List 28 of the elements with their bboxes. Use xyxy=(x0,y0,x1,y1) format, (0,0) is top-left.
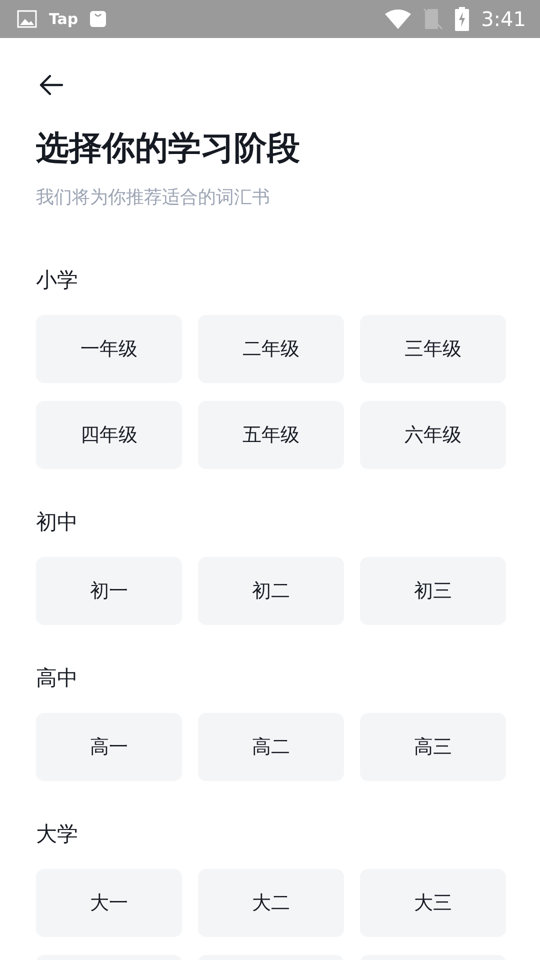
grade-option[interactable]: 大三 xyxy=(360,869,506,937)
grade-option[interactable]: 高二 xyxy=(198,713,344,781)
app-name: Tap xyxy=(49,10,78,28)
section-heading: 小学 xyxy=(36,267,79,294)
grade-option[interactable]: 初三 xyxy=(360,557,506,625)
no-sim-icon xyxy=(423,8,444,30)
page-subtitle: 我们将为你推荐适合的词汇书 xyxy=(36,186,271,210)
grade-option[interactable]: 大一 xyxy=(36,869,182,937)
grade-option[interactable]: 高三 xyxy=(360,713,506,781)
grade-option[interactable]: 大二 xyxy=(198,869,344,937)
grade-option[interactable]: 一年级 xyxy=(36,315,182,383)
grade-option[interactable]: 二年级 xyxy=(198,315,344,383)
section-heading: 大学 xyxy=(36,821,79,848)
shopping-bag-icon xyxy=(90,11,106,27)
picture-icon xyxy=(17,10,37,28)
battery-charging-icon xyxy=(455,7,470,31)
grade-option[interactable]: 四年级 xyxy=(36,401,182,469)
section-heading: 初中 xyxy=(36,509,79,536)
clock-time: 3:41 xyxy=(481,7,526,31)
grade-option[interactable]: 初一 xyxy=(36,557,182,625)
page-title: 选择你的学习阶段 xyxy=(36,127,301,169)
grade-option[interactable]: 初二 xyxy=(198,557,344,625)
grade-option[interactable]: 六年级 xyxy=(360,401,506,469)
wifi-icon xyxy=(385,9,412,29)
grade-option[interactable]: 高一 xyxy=(36,713,182,781)
grade-option[interactable]: 五年级 xyxy=(198,401,344,469)
section-heading: 高中 xyxy=(36,665,79,692)
grade-option[interactable]: 三年级 xyxy=(360,315,506,383)
